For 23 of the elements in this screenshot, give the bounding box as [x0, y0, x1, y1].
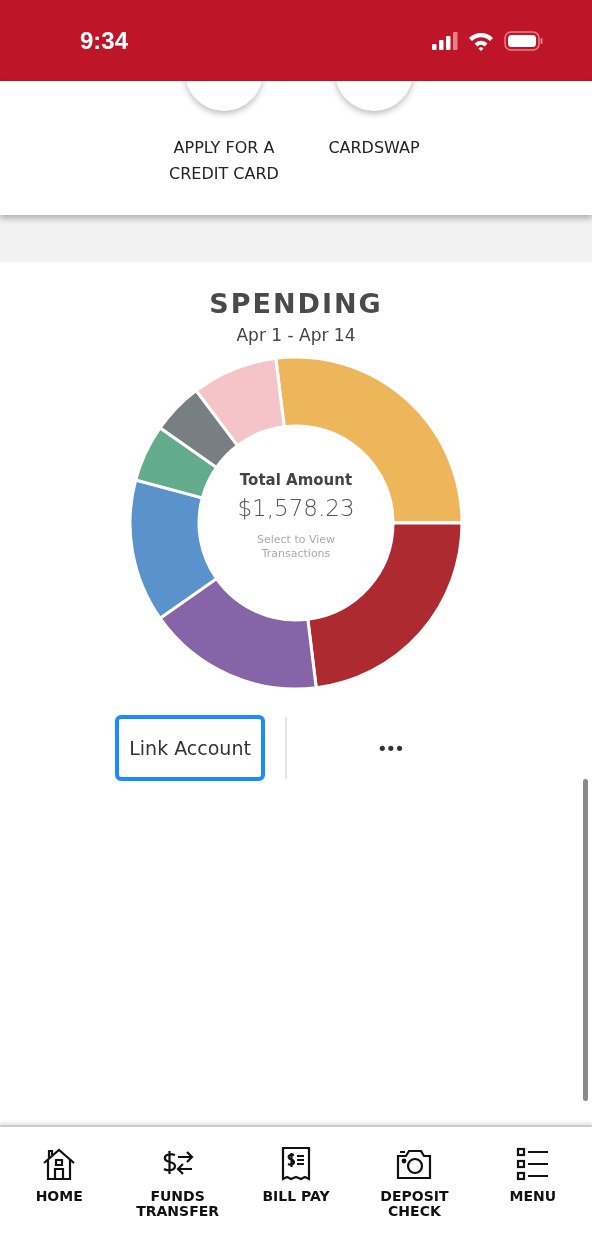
home-icon — [42, 1147, 77, 1181]
nav-item[interactable]: MENU — [473, 1127, 592, 1246]
nav-item[interactable]: BILL PAY — [236, 1127, 356, 1246]
battery-icon — [504, 30, 544, 51]
status-time: 9:34 — [80, 26, 130, 55]
nav-item[interactable]: HOME — [0, 1127, 119, 1246]
camera-icon — [396, 1148, 433, 1180]
receipt-icon — [281, 1146, 311, 1182]
menu-icon — [515, 1147, 550, 1181]
more-button[interactable]: ••• — [306, 731, 473, 765]
total-label: Total Amount — [239, 471, 353, 489]
section-title: SPENDING — [209, 288, 383, 319]
action-label[interactable]: CARDSWAP — [328, 135, 420, 161]
date-range: Apr 1 - Apr 14 — [236, 325, 356, 345]
donut-slice[interactable] — [194, 356, 286, 448]
scrollbar[interactable] — [583, 779, 588, 1101]
wifi-icon — [468, 30, 494, 51]
nav-item[interactable]: DEPOSIT CHECK — [355, 1127, 474, 1246]
nav-item[interactable]: FUNDS TRANSFER — [118, 1127, 237, 1246]
signal-icon — [432, 31, 458, 50]
link-account-button[interactable]: Link Account — [115, 715, 265, 781]
total-amount: $1,578.23 — [237, 495, 355, 521]
action-label[interactable]: APPLY FOR A CREDIT CARD — [159, 135, 289, 187]
